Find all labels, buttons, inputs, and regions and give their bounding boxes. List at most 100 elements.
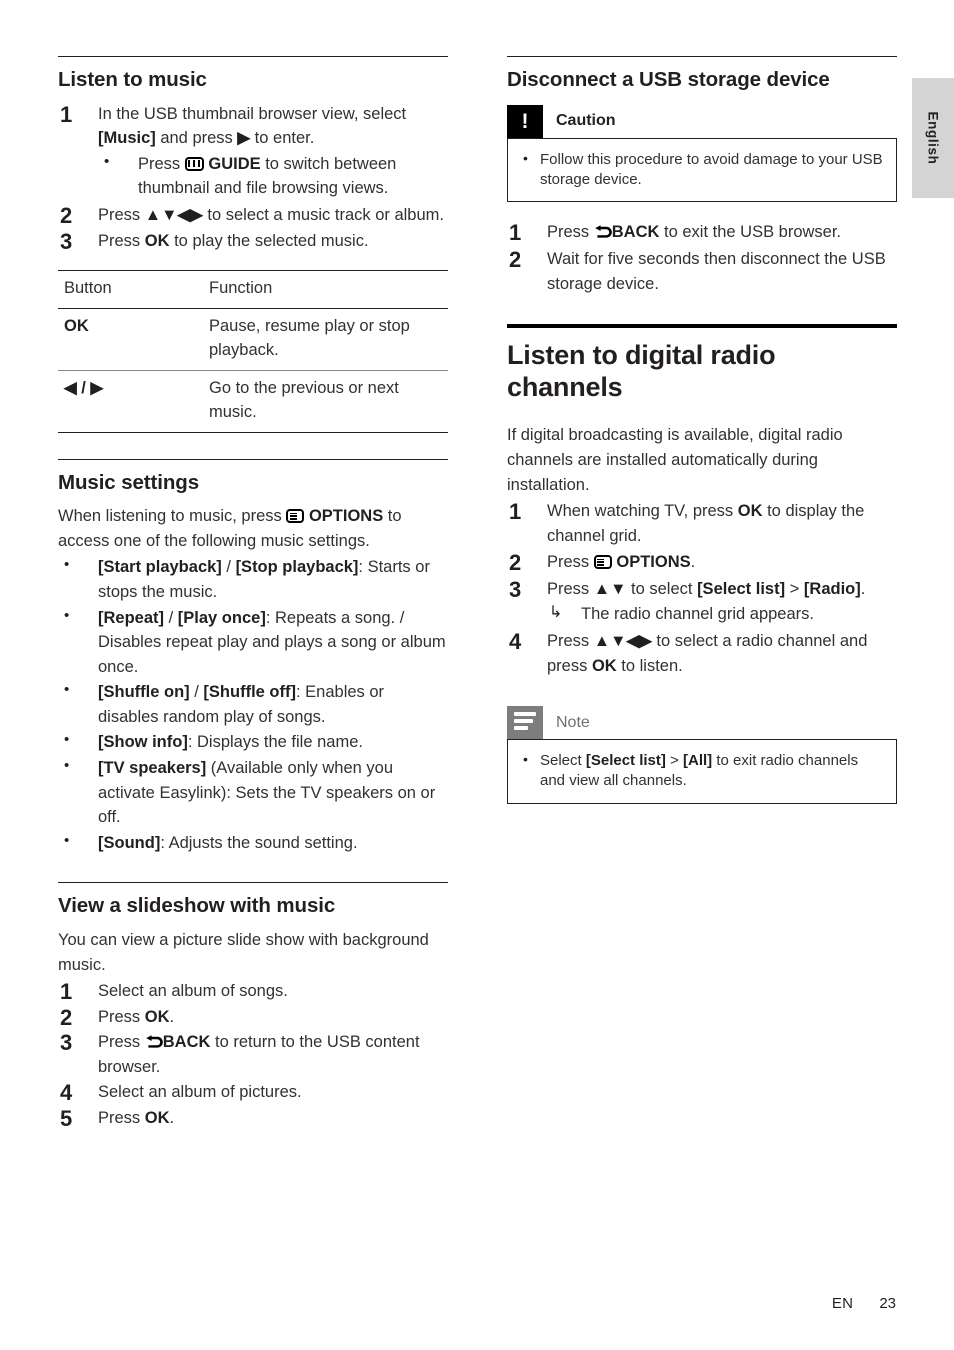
caution-box: ! Caution Follow this procedure to avoid…: [507, 104, 897, 203]
list-item: [Shuffle on] / [Shuffle off]: Enables or…: [58, 679, 448, 729]
note-box-header: Note: [507, 706, 897, 740]
major-section-rule: [507, 324, 897, 329]
list-item: [TV speakers] (Available only when you a…: [58, 755, 448, 830]
sub-bullet-text: Press: [138, 154, 185, 173]
note-icon: [507, 706, 543, 740]
step-item: 5 Press OK.: [58, 1106, 448, 1131]
table-header: Button Function: [58, 270, 448, 309]
step-text-mid: and press: [155, 129, 238, 148]
note-lines-glyph: [514, 712, 536, 733]
heading-listen-digital-radio: Listen to digital radio channels: [507, 340, 776, 402]
table-header-row: Button Function: [58, 270, 448, 309]
setting-desc: : Displays the file name.: [187, 733, 363, 752]
step-text: Wait for five seconds then disconnect th…: [547, 250, 886, 293]
menu-sep: >: [665, 752, 683, 770]
step-item: 2 Wait for five seconds then disconnect …: [507, 247, 897, 296]
setting-term-alt: [Stop playback]: [235, 558, 359, 577]
setting-term-alt: [Shuffle off]: [203, 683, 296, 702]
music-settings-list: [Start playback] / [Stop playback]: Star…: [58, 554, 448, 855]
setting-term: [Sound]: [98, 833, 161, 852]
exclamation-glyph: !: [521, 109, 529, 133]
step-number: 3: [509, 576, 522, 602]
step-item: 2 Press OK.: [58, 1005, 448, 1030]
options-label: OPTIONS: [616, 553, 691, 572]
step-bold-term: [Music]: [98, 129, 156, 148]
step-item: 1 When watching TV, press OK to display …: [507, 499, 897, 548]
step-item: 4 Press ▲▼◀▶ to select a radio channel a…: [507, 629, 897, 678]
language-tab: English: [912, 78, 954, 198]
table-row: OK Pause, resume play or stop playback.: [58, 308, 448, 371]
step-item: 2 Press OPTIONS.: [507, 550, 897, 575]
steps-view-slideshow: 1 Select an album of songs. 2 Press OK. …: [58, 979, 448, 1131]
options-label: OPTIONS: [308, 507, 384, 526]
direction-arrows-icon: ▲▼◀▶: [144, 205, 203, 224]
section-rule: [58, 56, 448, 57]
digital-radio-intro: If digital broadcasting is available, di…: [507, 426, 843, 494]
section-rule: [58, 882, 448, 884]
caution-box-header: ! Caution: [507, 104, 897, 138]
step-item: 3 Press ▲▼ to select [Select list] > [Ra…: [507, 577, 897, 627]
caution-box-body: Follow this procedure to avoid damage to…: [507, 137, 897, 203]
footer-page-number: 23: [879, 1295, 896, 1312]
steps-digital-radio: 1 When watching TV, press OK to display …: [507, 499, 897, 678]
right-column: Disconnect a USB storage device ! Cautio…: [507, 56, 897, 822]
sub-bullet-item: Press GUIDE to switch between thumbnail …: [98, 151, 448, 201]
step-number: 3: [60, 229, 73, 255]
table-cell-button: OK: [64, 316, 89, 335]
step-text: Press: [547, 223, 594, 242]
table-row: ◀ / ▶ Go to the previous or next music.: [58, 370, 448, 433]
step-text: Select an album of pictures.: [98, 1083, 302, 1102]
step-text: In the USB thumbnail browser view, selec…: [98, 104, 407, 123]
section-rule: [507, 56, 897, 57]
caution-title: Caution: [556, 112, 616, 130]
list-item: [Repeat] / [Play once]: Repeats a song. …: [58, 605, 448, 680]
menu-term-sub: [Radio]: [803, 579, 861, 598]
step-item: 1 Press BACK to exit the USB browser.: [507, 220, 897, 245]
table-cell-function: Go to the previous or next music.: [209, 378, 399, 421]
page-footer: EN 23: [832, 1295, 896, 1312]
steps-disconnect-usb: 1 Press BACK to exit the USB browser. 2 …: [507, 220, 897, 296]
step-item: 1 In the USB thumbnail browser view, sel…: [58, 102, 448, 201]
menu-term: [Select list]: [697, 579, 786, 598]
step-number: 1: [509, 499, 522, 525]
step-text: Press: [547, 631, 594, 650]
right-arrow-icon: ▶: [237, 129, 251, 148]
step-item: 1 Select an album of songs.: [58, 979, 448, 1004]
step-text-end: to listen.: [616, 656, 683, 675]
step-bold-term: OK: [591, 656, 617, 675]
section-rule: [58, 458, 448, 460]
step-text-end: .: [690, 553, 696, 572]
heading-disconnect-usb: Disconnect a USB storage device: [507, 68, 830, 91]
menu-sep: >: [785, 579, 804, 598]
button-function-table: Button Function OK Pause, resume play or…: [58, 270, 448, 433]
table-body: OK Pause, resume play or stop playback. …: [58, 308, 448, 433]
step-text-mid: to select: [626, 579, 698, 598]
step-text: Press: [98, 1007, 145, 1026]
table-cell-function: Pause, resume play or stop playback.: [209, 316, 410, 359]
setting-term-alt: [Play once]: [177, 608, 266, 627]
setting-sep: /: [221, 558, 236, 577]
step-text: Press: [98, 1109, 145, 1127]
setting-sep: /: [189, 683, 204, 702]
note-box: Note Select [Select list] > [All] to exi…: [507, 706, 897, 805]
step-item: 3 Press BACK to return to the USB conten…: [58, 1030, 448, 1079]
note-bullet-list: Select [Select list] > [All] to exit rad…: [520, 750, 884, 791]
step-text-end: .: [169, 1007, 175, 1026]
heading-view-slideshow: View a slideshow with music: [58, 894, 336, 918]
step-text-end: to exit the USB browser.: [659, 223, 842, 242]
caution-icon: !: [507, 104, 543, 138]
options-icon: [286, 509, 305, 524]
step-text: Press: [98, 1033, 145, 1052]
note-text: Select: [540, 752, 586, 770]
step-bold-term: OK: [144, 1109, 170, 1127]
guide-icon: [184, 156, 204, 171]
sub-bullet-list: Press GUIDE to switch between thumbnail …: [98, 151, 448, 201]
step-bold-term: OK: [144, 1007, 170, 1026]
note-box-body: Select [Select list] > [All] to exit rad…: [507, 739, 897, 805]
step-number: 1: [60, 101, 73, 127]
step-bold-term: OK: [144, 232, 170, 251]
step-item: 2 Press ▲▼◀▶ to select a music track or …: [58, 203, 448, 228]
step-text: Press: [98, 205, 145, 224]
menu-term-sub: [All]: [683, 752, 713, 770]
guide-label: GUIDE: [208, 154, 261, 173]
